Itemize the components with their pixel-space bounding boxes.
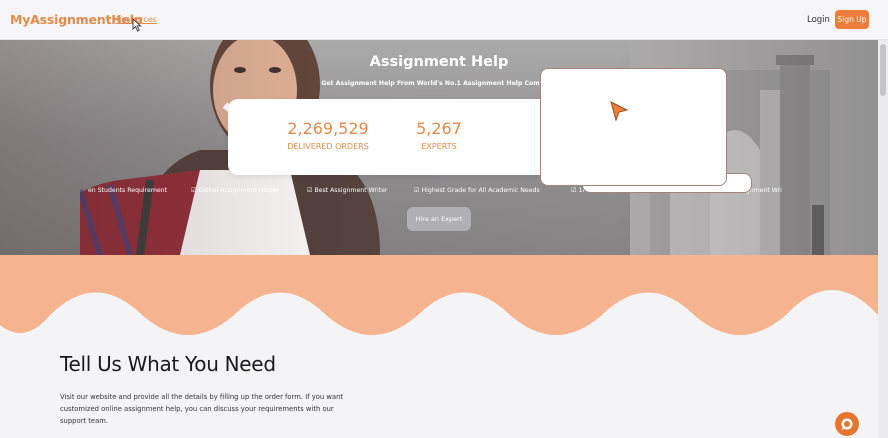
- mouse-pointer-icon: [132, 18, 142, 32]
- hero-title: Assignment Help: [369, 54, 509, 70]
- top-navbar: MyAssignmentHelp Resources Login Sign Up: [0, 0, 888, 40]
- feature-item: en Students Requirement: [88, 187, 168, 194]
- arrow-pointer-icon: [610, 101, 629, 122]
- illustration-card: [540, 68, 727, 186]
- feature-item: ☑ Highest Grade for All Academic Needs: [414, 187, 540, 194]
- stat-value: 5,267: [416, 119, 462, 138]
- hero-subtitle: Get Assignment Help From World's No.1 As…: [321, 80, 557, 87]
- login-link[interactable]: Login: [807, 15, 830, 25]
- stat-experts: 5,267 EXPERTS: [369, 119, 509, 151]
- signup-button[interactable]: Sign Up: [835, 10, 869, 29]
- feature-item: ☑ Best Assignment Writer: [307, 187, 388, 194]
- hire-expert-button[interactable]: Hire an Expert: [407, 207, 471, 231]
- section-body: Visit our website and provide all the de…: [60, 393, 344, 425]
- chat-button[interactable]: [835, 412, 859, 436]
- hero-banner: Assignment Help Get Assignment Help From…: [0, 40, 878, 255]
- stat-label: EXPERTS: [421, 142, 457, 151]
- section-title: Tell Us What You Need: [60, 352, 276, 376]
- feature-item: ☑ Global Assignment Helper: [191, 187, 280, 194]
- scrollbar-thumb[interactable]: [880, 44, 886, 96]
- page-scrollbar[interactable]: [878, 40, 888, 438]
- chat-icon: [841, 418, 853, 430]
- how-it-works-section: Tell Us What You Need Visit our website …: [0, 255, 878, 438]
